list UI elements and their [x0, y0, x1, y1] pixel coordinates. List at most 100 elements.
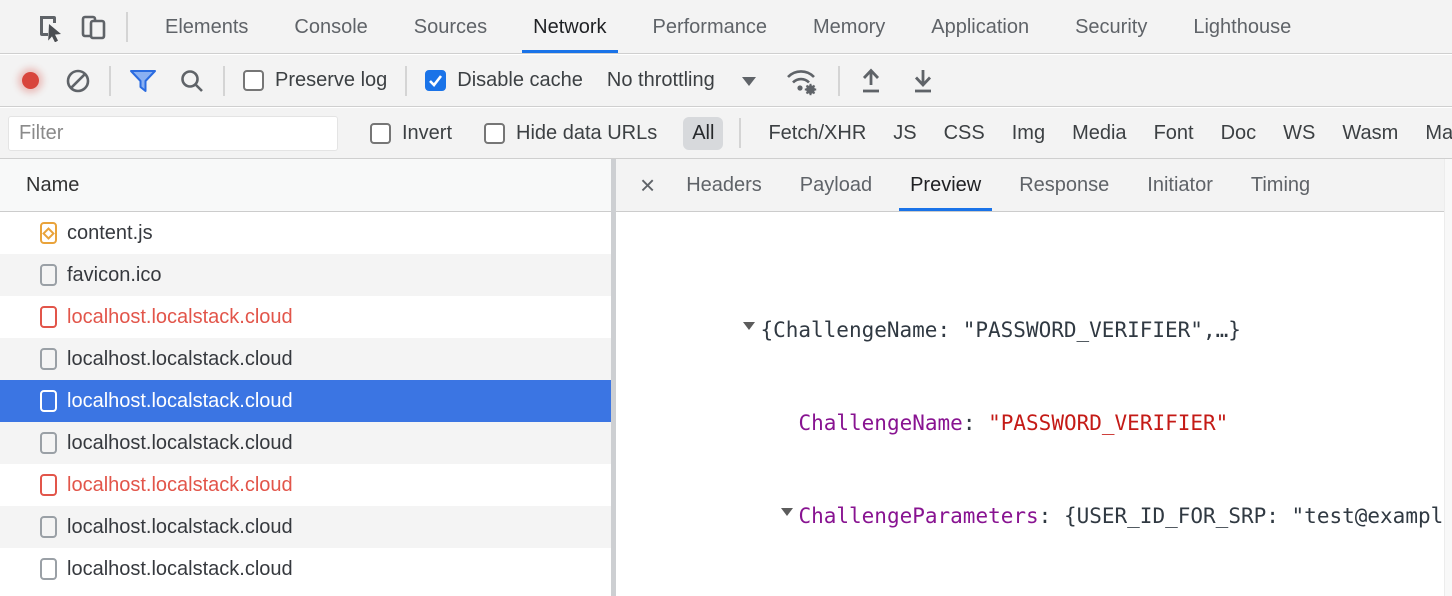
network-content: Name content.js favicon.ico localhost.lo… — [0, 159, 1452, 596]
document-file-icon — [40, 348, 57, 370]
tab-headers[interactable]: Headers — [667, 159, 781, 212]
document-file-icon — [40, 558, 57, 580]
table-row[interactable]: localhost.localstack.cloud — [0, 422, 611, 464]
tree-line: ChallengeName: "PASSWORD_VERIFIER" — [616, 377, 1452, 408]
tab-initiator[interactable]: Initiator — [1128, 159, 1232, 212]
json-key: ChallengeName — [798, 411, 962, 435]
invert-label: Invert — [402, 122, 452, 145]
preserve-log-toggle[interactable]: Preserve log — [243, 69, 387, 92]
document-file-icon — [40, 390, 57, 412]
tab-application[interactable]: Application — [908, 0, 1052, 54]
tab-performance[interactable]: Performance — [630, 0, 791, 54]
record-icon[interactable] — [22, 72, 39, 89]
table-row[interactable]: favicon.ico — [0, 254, 611, 296]
close-icon[interactable]: × — [628, 170, 667, 201]
scrollbar-gutter[interactable] — [1444, 159, 1452, 596]
type-filter-img[interactable]: Img — [1012, 122, 1045, 145]
request-name: localhost.localstack.cloud — [67, 348, 293, 371]
filter-funnel-icon[interactable] — [129, 69, 157, 93]
throttling-select[interactable]: No throttling — [607, 69, 756, 93]
tab-console[interactable]: Console — [271, 0, 390, 54]
network-conditions-icon[interactable] — [784, 66, 820, 96]
json-string-value: "PASSWORD_VERIFIER" — [988, 411, 1228, 435]
json-preview-text: {ChallengeName: "PASSWORD_VERIFIER",…} — [760, 318, 1240, 342]
hide-data-urls-label: Hide data URLs — [516, 122, 657, 145]
request-name: content.js — [67, 222, 153, 245]
device-toolbar-icon[interactable] — [72, 7, 116, 47]
json-separator: : — [963, 411, 988, 435]
type-filter-css[interactable]: CSS — [944, 122, 985, 145]
request-name: localhost.localstack.cloud — [67, 558, 293, 581]
tab-payload[interactable]: Payload — [781, 159, 891, 212]
request-name: localhost.localstack.cloud — [67, 390, 293, 413]
tab-response[interactable]: Response — [1000, 159, 1128, 212]
type-filter-wasm[interactable]: Wasm — [1342, 122, 1398, 145]
type-filter-fetch-xhr[interactable]: Fetch/XHR — [768, 122, 866, 145]
tab-memory[interactable]: Memory — [790, 0, 908, 54]
json-separator: : — [1039, 504, 1064, 528]
toolbar-divider — [223, 66, 225, 96]
toolbar-divider — [126, 12, 128, 42]
toolbar-divider — [405, 66, 407, 96]
name-column-header[interactable]: Name — [0, 159, 611, 212]
table-row[interactable]: localhost.localstack.cloud — [0, 296, 611, 338]
export-har-icon[interactable] — [910, 67, 936, 95]
disclosure-triangle-icon[interactable] — [781, 508, 793, 522]
toolbar-divider — [109, 66, 111, 96]
tab-lighthouse[interactable]: Lighthouse — [1170, 0, 1314, 54]
script-file-icon — [40, 222, 57, 244]
tab-security[interactable]: Security — [1052, 0, 1170, 54]
type-filter-media[interactable]: Media — [1072, 122, 1126, 145]
document-file-icon — [40, 306, 57, 328]
invert-checkbox[interactable] — [370, 123, 391, 144]
preserve-log-checkbox[interactable] — [243, 70, 264, 91]
filter-bar: Invert Hide data URLs All Fetch/XHR JS C… — [0, 108, 1452, 159]
request-name: localhost.localstack.cloud — [67, 306, 293, 329]
import-har-icon[interactable] — [858, 67, 884, 95]
type-filter-ws[interactable]: WS — [1283, 122, 1315, 145]
type-filter-manifest[interactable]: Manifest — [1425, 122, 1452, 145]
table-row[interactable]: content.js — [0, 212, 611, 254]
tab-preview[interactable]: Preview — [891, 159, 1000, 212]
tab-network[interactable]: Network — [510, 0, 629, 54]
request-list: content.js favicon.ico localhost.localst… — [0, 212, 611, 596]
hide-data-urls-checkbox[interactable] — [484, 123, 505, 144]
chevron-down-icon — [742, 77, 756, 93]
type-filter-all[interactable]: All — [683, 117, 723, 150]
table-row-selected[interactable]: localhost.localstack.cloud — [0, 380, 611, 422]
toolbar-divider — [838, 66, 840, 96]
invert-toggle[interactable]: Invert — [370, 122, 452, 145]
table-row[interactable]: localhost.localstack.cloud — [0, 338, 611, 380]
document-file-icon — [40, 474, 57, 496]
main-toolbar: Elements Console Sources Network Perform… — [0, 0, 1452, 54]
tab-elements[interactable]: Elements — [142, 0, 271, 54]
tree-line: SALT: "89b54330" — [616, 563, 1452, 594]
hide-data-urls-toggle[interactable]: Hide data URLs — [484, 122, 657, 145]
search-icon[interactable] — [179, 68, 205, 94]
tree-line: {ChallengeName: "PASSWORD_VERIFIER",…} — [616, 284, 1452, 315]
type-filter-font[interactable]: Font — [1154, 122, 1194, 145]
disable-cache-toggle[interactable]: Disable cache — [425, 69, 583, 92]
disclosure-triangle-icon[interactable] — [743, 322, 755, 336]
tab-sources[interactable]: Sources — [391, 0, 510, 54]
type-filter-js[interactable]: JS — [893, 122, 916, 145]
requests-panel: Name content.js favicon.ico localhost.lo… — [0, 159, 611, 596]
table-row[interactable]: localhost.localstack.cloud — [0, 548, 611, 590]
detail-tab-bar: × Headers Payload Preview Response Initi… — [616, 159, 1452, 212]
toolbar-divider — [739, 118, 741, 148]
type-filter-doc[interactable]: Doc — [1221, 122, 1257, 145]
table-row[interactable]: localhost.localstack.cloud — [0, 506, 611, 548]
filter-input[interactable] — [8, 116, 338, 151]
clear-icon[interactable] — [65, 68, 91, 94]
request-name: localhost.localstack.cloud — [67, 516, 293, 539]
document-file-icon — [40, 432, 57, 454]
request-name: favicon.ico — [67, 264, 162, 287]
tab-timing[interactable]: Timing — [1232, 159, 1329, 212]
table-row[interactable]: localhost.localstack.cloud — [0, 464, 611, 506]
detail-panel: × Headers Payload Preview Response Initi… — [616, 159, 1452, 596]
preview-tree: {ChallengeName: "PASSWORD_VERIFIER",…} C… — [616, 212, 1452, 596]
json-key: ChallengeParameters — [798, 504, 1038, 528]
devtools-window: Elements Console Sources Network Perform… — [0, 0, 1452, 596]
disable-cache-checkbox[interactable] — [425, 70, 446, 91]
inspect-cursor-icon[interactable] — [28, 7, 72, 47]
